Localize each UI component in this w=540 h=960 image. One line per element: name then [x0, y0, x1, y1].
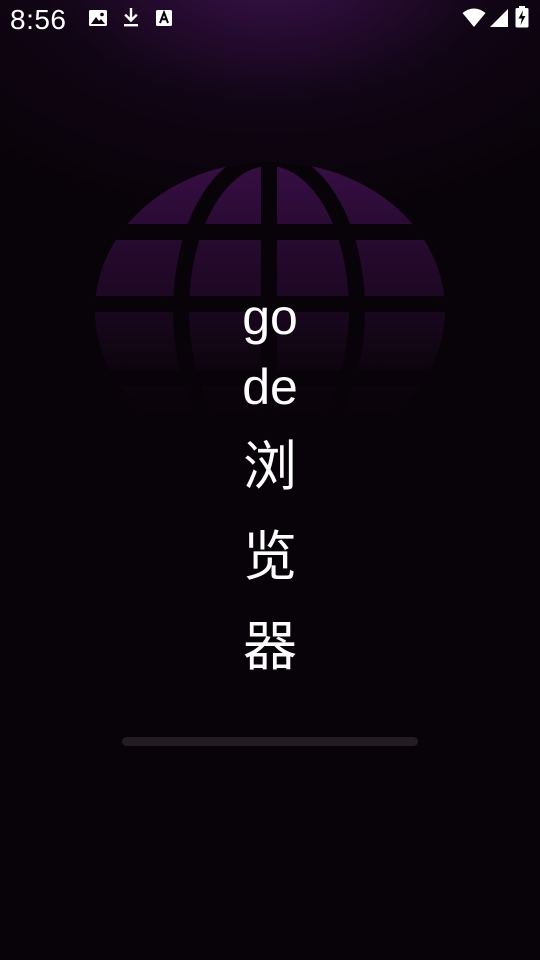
title-line-5: 器: [243, 615, 297, 678]
title-line-3: 浏: [243, 435, 297, 498]
battery-charging-icon: [515, 6, 529, 28]
wifi-icon: [462, 8, 486, 27]
status-time: 8:56: [10, 4, 67, 35]
splash-screen: 8:56 go de 浏 览 器: [0, 0, 540, 960]
title-line-1: go: [242, 289, 298, 345]
title-line-2: de: [242, 359, 298, 415]
app-title: go de 浏 览 器: [0, 282, 540, 692]
loading-progress-bar: [122, 737, 418, 746]
text-a-icon: [156, 9, 172, 26]
image-icon: [89, 10, 107, 26]
title-line-4: 览: [243, 525, 297, 588]
download-icon: [124, 8, 138, 27]
status-bar: 8:56: [0, 0, 540, 44]
cellular-signal-icon: [490, 9, 508, 27]
